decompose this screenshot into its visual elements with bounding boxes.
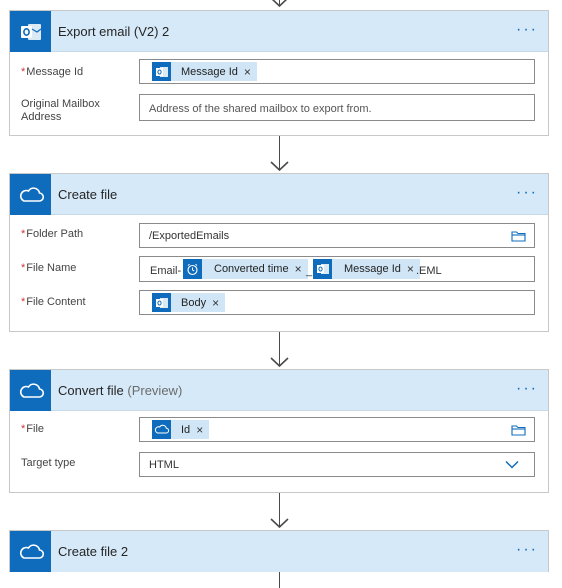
outlook-icon [313,259,332,279]
file-name-suffix: .EML [416,265,442,277]
mailbox-address-label: Original Mailbox Address [21,98,100,123]
token-label: Body [181,296,207,309]
file-name-separator: _ [306,265,313,277]
onedrive-icon [152,420,171,439]
arrow-down-icon [270,518,289,529]
arrow-down-icon [270,357,289,368]
file-name-label: *File Name [21,262,77,274]
message-id-label: *Message Id [21,66,84,78]
message-id-field[interactable]: Message Id × [139,59,535,84]
convert-file-card: Convert file (Preview) ··· *File Id × Ta… [9,369,549,493]
card-title: Create file 2 [58,544,129,559]
message-id-token[interactable]: Message Id × [313,259,420,279]
body-token[interactable]: Body × [152,293,226,312]
token-label: Message Id [181,65,238,78]
file-name-prefix: Email- [150,265,182,277]
remove-token-button[interactable]: × [212,296,225,310]
folder-path-field[interactable]: /ExportedEmails [139,223,535,248]
token-label: Id [181,423,191,436]
create-file-card: Create file ··· *Folder Path /ExportedEm… [9,173,549,332]
onedrive-icon [10,174,51,215]
file-content-label: *File Content [21,296,86,308]
create-file-2-card: Create file 2 ··· [9,530,549,572]
token-label: Message Id [344,263,401,275]
arrow-down-icon [271,0,288,8]
token-label: Converted time [214,263,289,275]
clock-icon [183,259,202,279]
target-type-value: HTML [149,459,179,471]
export-email-card: Export email (V2) 2 ··· *Message Id Mess… [9,10,549,136]
outlook-icon [152,293,171,312]
card-title: Convert file (Preview) [58,383,183,398]
chevron-down-icon[interactable] [505,460,519,469]
outlook-icon [152,62,171,81]
arrow-down-icon [270,161,289,172]
target-type-label: Target type [21,457,76,469]
more-options-button[interactable]: ··· [516,541,538,559]
file-field[interactable]: Id × [139,417,535,442]
remove-token-button[interactable]: × [244,65,257,79]
folder-path-value: /ExportedEmails [149,230,230,242]
outlook-icon [10,11,51,52]
converted-time-token[interactable]: Converted time × [183,259,308,279]
card-header[interactable]: Create file ··· [10,174,548,215]
card-header[interactable]: Export email (V2) 2 ··· [10,11,548,52]
onedrive-icon [10,531,51,572]
more-options-button[interactable]: ··· [516,21,538,39]
file-label: *File [21,423,45,435]
card-title-suffix: (Preview) [127,383,183,398]
folder-icon[interactable] [511,424,526,436]
onedrive-icon [10,370,51,411]
more-options-button[interactable]: ··· [516,184,538,202]
folder-path-label: *Folder Path [21,228,84,240]
card-title: Export email (V2) 2 [58,24,170,39]
mailbox-address-field[interactable]: Address of the shared mailbox to export … [139,94,535,121]
card-header[interactable]: Convert file (Preview) ··· [10,370,548,411]
card-title: Create file [58,187,118,202]
connector-line [279,572,280,588]
folder-icon[interactable] [511,230,526,242]
file-content-field[interactable]: Body × [139,290,535,315]
file-name-field[interactable]: Email- Converted time × _ Message Id × .… [139,256,535,282]
message-id-token[interactable]: Message Id × [152,62,257,81]
more-options-button[interactable]: ··· [516,380,538,398]
remove-token-button[interactable]: × [196,423,209,437]
mailbox-address-placeholder: Address of the shared mailbox to export … [149,103,372,115]
card-header[interactable]: Create file 2 ··· [10,531,548,572]
target-type-select[interactable]: HTML [139,452,535,477]
id-token[interactable]: Id × [152,420,210,439]
